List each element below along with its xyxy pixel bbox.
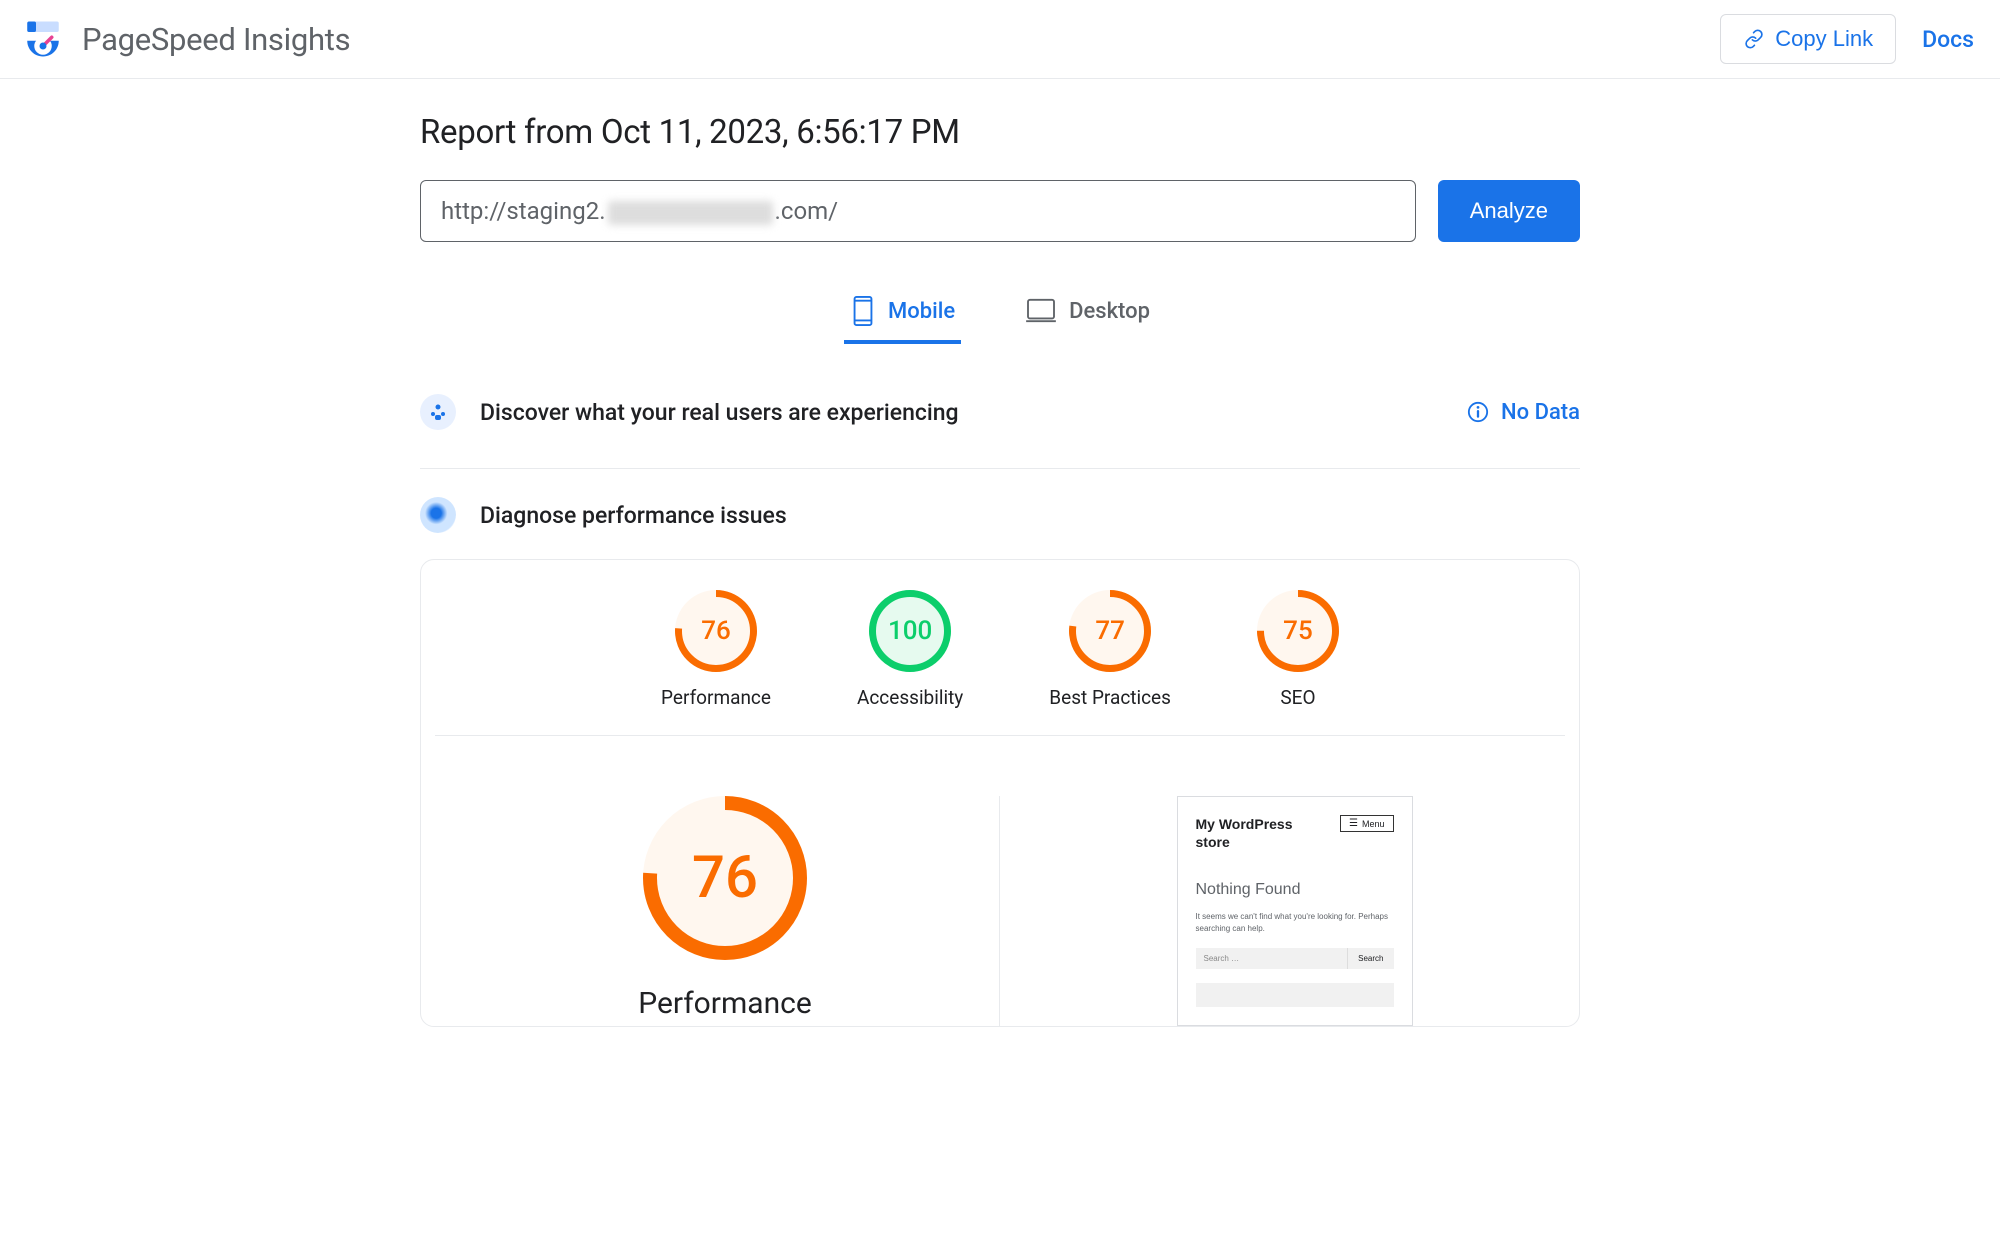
gauge-score: 76 <box>675 590 757 672</box>
header-actions: Copy Link Docs <box>1720 14 1974 64</box>
url-row: http://staging2. .com/ Analyze <box>420 180 1580 242</box>
link-icon <box>1743 29 1765 49</box>
crux-icon <box>420 394 456 430</box>
preview-not-found: Nothing Found <box>1196 881 1394 899</box>
main: Report from Oct 11, 2023, 6:56:17 PM htt… <box>410 79 1590 1027</box>
tab-mobile-label: Mobile <box>888 299 955 324</box>
performance-large-label: Performance <box>638 986 812 1021</box>
preview-menu-button: ☰ Menu <box>1340 815 1393 832</box>
report-title: Report from Oct 11, 2023, 6:56:17 PM <box>420 113 1580 152</box>
screenshot-preview-area: My WordPress store ☰ Menu Nothing Found … <box>1040 796 1549 1026</box>
preview-search-input: Search … <box>1196 948 1348 969</box>
performance-score: 76 <box>643 796 807 960</box>
gauge-label: Accessibility <box>857 686 963 709</box>
url-input[interactable]: http://staging2. .com/ <box>420 180 1416 242</box>
lighthouse-heading: Diagnose performance issues <box>480 502 787 529</box>
tab-desktop[interactable]: Desktop <box>1019 282 1156 344</box>
lighthouse-icon <box>420 497 456 533</box>
preview-search-row: Search … Search <box>1196 948 1394 969</box>
url-redacted <box>608 201 773 225</box>
gauge-seo[interactable]: 75 SEO <box>1257 590 1339 709</box>
analyze-button[interactable]: Analyze <box>1438 180 1580 242</box>
preview-footer-bar <box>1196 983 1394 1007</box>
tab-desktop-label: Desktop <box>1069 299 1150 324</box>
preview-site-title: My WordPress store <box>1196 815 1316 851</box>
performance-large-gauge: 76 <box>643 796 807 960</box>
preview-message: It seems we can't find what you're looki… <box>1196 911 1394 933</box>
preview-menu-label: Menu <box>1362 819 1385 829</box>
gauge-label: SEO <box>1280 686 1315 709</box>
info-icon <box>1467 401 1489 423</box>
lighthouse-section: Diagnose performance issues <box>420 493 1580 549</box>
gauge-score: 100 <box>869 590 951 672</box>
tab-mobile[interactable]: Mobile <box>844 282 961 344</box>
pagespeed-logo-icon <box>22 18 64 60</box>
preview-search-button: Search <box>1347 948 1393 969</box>
url-prefix: http://staging2. <box>441 197 606 225</box>
gauge-accessibility[interactable]: 100 Accessibility <box>857 590 963 709</box>
crux-section: Discover what your real users are experi… <box>420 378 1580 469</box>
gauge-label: Best Practices <box>1049 686 1171 709</box>
gauge-score: 75 <box>1257 590 1339 672</box>
crux-header: Discover what your real users are experi… <box>420 378 959 446</box>
gauge-score: 77 <box>1069 590 1151 672</box>
gauge-label: Performance <box>661 686 771 709</box>
header: PageSpeed Insights Copy Link Docs <box>0 0 2000 79</box>
desktop-icon <box>1025 298 1057 324</box>
device-tabs: Mobile Desktop <box>420 282 1580 344</box>
brand: PageSpeed Insights <box>22 18 350 60</box>
no-data-button[interactable]: No Data <box>1467 400 1580 425</box>
mobile-icon <box>850 296 876 326</box>
no-data-label: No Data <box>1501 400 1580 425</box>
lighthouse-card: 76 Performance 100 Accessibility 77 Best… <box>420 559 1580 1027</box>
product-title: PageSpeed Insights <box>82 21 350 58</box>
docs-link[interactable]: Docs <box>1922 26 1974 53</box>
screenshot-preview: My WordPress store ☰ Menu Nothing Found … <box>1177 796 1413 1026</box>
crux-heading: Discover what your real users are experi… <box>480 399 959 426</box>
copy-link-button[interactable]: Copy Link <box>1720 14 1896 64</box>
gauges-row: 76 Performance 100 Accessibility 77 Best… <box>435 590 1565 736</box>
performance-detail: 76 Performance My WordPress store ☰ Menu… <box>421 736 1579 1026</box>
url-suffix: .com/ <box>775 197 839 225</box>
gauge-performance[interactable]: 76 Performance <box>661 590 771 709</box>
performance-gauge-large: 76 Performance <box>451 796 1000 1026</box>
copy-link-label: Copy Link <box>1775 26 1873 52</box>
gauge-best-practices[interactable]: 77 Best Practices <box>1049 590 1171 709</box>
